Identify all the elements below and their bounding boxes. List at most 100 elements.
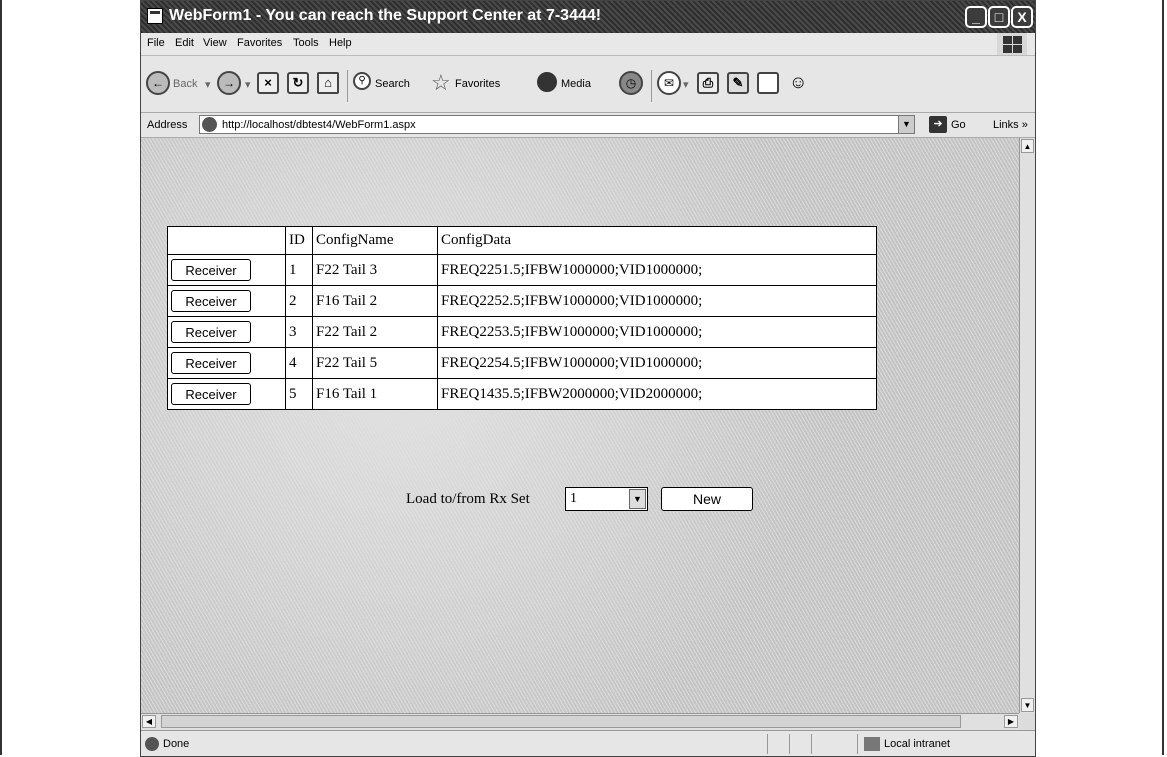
search-icon: ⚲ [353,72,371,90]
table-cell: FREQ2254.5;IFBW1000000;VID1000000; [437,347,877,379]
favorites-label: Favorites [455,78,501,90]
favorites-button[interactable]: ☆ Favorites [431,56,541,112]
intranet-icon [864,737,880,751]
table-cell: Receiver [167,378,286,410]
browser-window: WebForm1 - You can reach the Support Cen… [140,0,1036,757]
search-label: Search [375,78,410,90]
table-row: Receiver 4 F22 Tail 5 FREQ2254.5;IFBW100… [167,347,877,379]
scroll-down-icon[interactable]: ▼ [1021,698,1034,712]
address-url[interactable]: http://localhost/dbtest4/WebForm1.aspx [222,119,416,131]
table-cell: 5 [285,378,313,410]
menu-bar: File Edit View Favorites Tools Help [141,33,1035,56]
menu-tools[interactable]: Tools [293,37,319,49]
table-header: ConfigData [437,226,877,255]
table-cell: Receiver [167,285,286,317]
toolbar-separator [347,70,348,102]
address-dropdown-icon[interactable]: ▼ [898,116,914,133]
maximize-button[interactable]: □ [988,6,1010,28]
toolbar: ← Back ▾ → ▾ × ↻ ⌂ ⚲ Search ☆ Favorites … [141,56,1035,113]
status-divider [789,734,790,754]
vertical-scrollbar[interactable]: ▲ ▼ [1019,138,1035,713]
receiver-button[interactable]: Receiver [171,383,251,405]
table-row: Receiver 1 F22 Tail 3 FREQ2251.5;IFBW100… [167,254,877,286]
close-button[interactable]: X [1011,6,1033,28]
table-cell: Receiver [167,316,286,348]
media-button[interactable]: Media [537,56,617,112]
home-icon[interactable]: ⌂ [317,72,339,94]
table-cell: FREQ2251.5;IFBW1000000;VID1000000; [437,254,877,286]
load-rx-set-label: Load to/from Rx Set [406,491,530,507]
history-icon[interactable]: ◷ [619,71,643,95]
status-divider [767,734,768,754]
address-input[interactable]: http://localhost/dbtest4/WebForm1.aspx ▼ [199,115,915,134]
table-cell: 2 [285,285,313,317]
address-label: Address [147,119,188,131]
table-row: Receiver 5 F16 Tail 1 FREQ1435.5;IFBW200… [167,378,877,410]
table-cell: Receiver [167,347,286,379]
new-button[interactable]: New [661,487,753,511]
page-content: ID ConfigName ConfigData Receiver 1 F22 … [141,138,1019,713]
refresh-icon[interactable]: ↻ [287,72,309,94]
status-divider [811,734,812,754]
table-cell: Receiver [167,254,286,286]
table-header: ID [285,226,313,255]
discuss-icon[interactable] [757,72,779,94]
back-button-label[interactable]: Back [173,78,197,90]
menu-edit[interactable]: Edit [175,37,194,49]
receiver-button[interactable]: Receiver [171,321,251,343]
mail-dropdown-icon[interactable]: ▾ [683,78,689,91]
table-row: Receiver 2 F16 Tail 2 FREQ2252.5;IFBW100… [167,285,877,317]
go-arrow-icon[interactable]: ➔ [929,116,947,133]
table-header: ConfigName [312,226,438,255]
menu-help[interactable]: Help [329,37,352,49]
status-bar: Done Local intranet [141,730,1035,756]
address-bar: Address http://localhost/dbtest4/WebForm… [141,113,1035,138]
windows-logo-icon [997,33,1027,55]
table-cell: FREQ1435.5;IFBW2000000;VID2000000; [437,378,877,410]
title-bar: WebForm1 - You can reach the Support Cen… [141,1,1035,33]
receiver-button[interactable]: Receiver [171,290,251,312]
scroll-right-icon[interactable]: ▶ [1004,715,1018,728]
minimize-button[interactable]: _ [965,6,987,28]
ie-page-icon [202,117,217,132]
mail-icon[interactable]: ✉ [657,71,681,95]
forward-dropdown-icon[interactable]: ▾ [245,78,251,91]
back-dropdown-icon[interactable]: ▾ [205,78,211,91]
media-icon [537,72,557,92]
table-cell: F22 Tail 3 [312,254,438,286]
table-row: Receiver 3 F22 Tail 2 FREQ2253.5;IFBW100… [167,316,877,348]
config-table: ID ConfigName ConfigData Receiver 1 F22 … [167,226,877,410]
receiver-button[interactable]: Receiver [171,259,251,281]
go-button[interactable]: Go [951,119,966,131]
page-status-icon [145,737,159,751]
security-zone: Local intranet [857,734,1018,754]
rx-set-value: 1 [570,491,577,506]
edit-icon[interactable]: ✎ [727,72,749,94]
stop-icon[interactable]: × [257,72,279,94]
table-cell: F22 Tail 2 [312,316,438,348]
forward-arrow-icon[interactable]: → [217,71,241,95]
favorites-star-icon: ☆ [431,70,451,95]
app-icon [147,8,163,24]
rx-set-select[interactable]: 1 ▼ [565,487,648,511]
toolbar-separator [651,70,652,102]
menu-view[interactable]: View [203,37,227,49]
horizontal-scroll-thumb[interactable] [161,715,961,728]
scroll-left-icon[interactable]: ◀ [142,715,156,728]
messenger-icon[interactable]: ☺ [789,72,807,93]
horizontal-scrollbar[interactable]: ◀ ▶ [141,713,1019,730]
links-button[interactable]: Links » [993,119,1028,131]
search-button[interactable]: ⚲ Search [353,56,439,112]
receiver-button[interactable]: Receiver [171,352,251,374]
table-header-row: ID ConfigName ConfigData [167,226,877,255]
menu-file[interactable]: File [147,37,165,49]
print-icon[interactable]: ⎙ [697,72,719,94]
links-label: Links [993,119,1019,131]
zone-label: Local intranet [884,738,951,750]
scroll-up-icon[interactable]: ▲ [1021,139,1034,153]
chevron-down-icon[interactable]: ▼ [629,489,646,509]
back-arrow-icon[interactable]: ← [146,71,170,95]
status-text: Done [163,738,190,750]
table-header [167,226,286,255]
menu-favorites[interactable]: Favorites [237,37,282,49]
